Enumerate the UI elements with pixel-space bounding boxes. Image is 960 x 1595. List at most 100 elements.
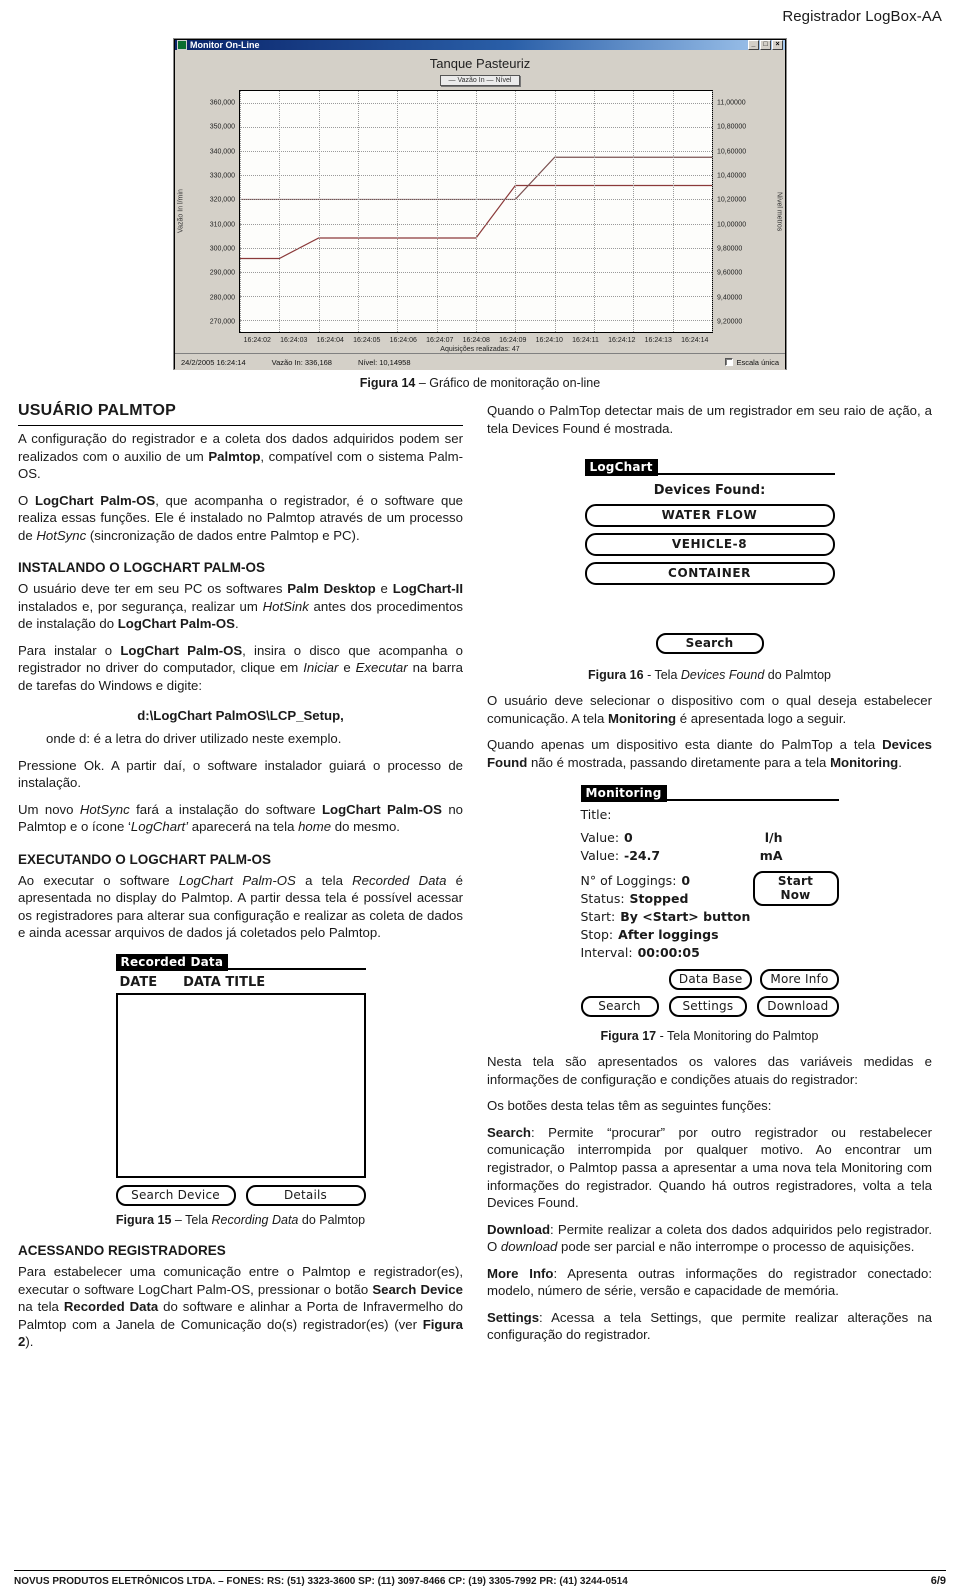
grid-line-v [594,91,595,332]
paragraph-press-ok: Pressione Ok. A partir daí, o software i… [18,757,463,791]
stop-row: Stop: After loggings [581,927,839,942]
y-tick-label: 350,000 [209,123,235,131]
fig17-text: - Tela Monitoring do Palmtop [656,1029,819,1044]
x-tick-label: 16:24:11 [572,336,599,344]
figure-16-caption: Figura 16 - Tela Devices Found do Palmto… [588,668,831,683]
status-datetime: 24/2/2005 16:24:14 [181,357,246,367]
value1: 0 [624,830,633,846]
y-axis-ticks: 360,000 350,000 340,000 330,000 320,000 310,0… [187,90,239,333]
y-tick-label: 360,000 [209,99,235,107]
device-item[interactable]: WATER FLOW [584,504,835,528]
y2-tick-label: 10,40000 [717,172,747,180]
window-title: Monitor On-Line [190,40,260,50]
paragraph-settings-desc: Settings: Acessa a tela Settings, que pe… [487,1309,932,1343]
search-button[interactable]: Search [580,996,659,1018]
paragraph-install-steps: Para instalar o LogChart Palm-OS, insira… [18,642,464,694]
x-tick-label: 16:24:04 [316,336,344,344]
monitoring-buttons-row2: Search Settings Download [580,996,839,1018]
details-button[interactable]: Details [245,1185,366,1207]
fig16-number: Figura 16 [588,668,644,683]
paragraph-buttons-intro: Os botões desta telas têm as seguintes f… [487,1098,772,1114]
y-axis-label: Vazão In l/min [177,189,185,234]
y2-axis-label: Nível metros [775,191,783,232]
x-tick-label: 16:24:14 [681,336,709,344]
minimize-icon[interactable]: _ [748,40,759,50]
search-device-button[interactable]: Search Device [115,1185,236,1207]
grid-line-v [436,91,438,332]
fig14-number: Figura 14 [359,376,416,390]
document-header: Registrador LogBox-AA [782,8,942,25]
checkbox-box[interactable] [725,358,734,366]
monitoring-screen: Monitoring Title: Value: 0 l/h Value: -2… [580,785,839,1018]
maximize-icon[interactable]: □ [760,40,771,50]
grid-line-v [318,91,320,332]
interval-label: Interval: [580,945,633,961]
section-heading-usuario-palmtop: USUÁRIO PALMTOP [18,402,463,426]
recorded-data-header: Recorded Data [115,954,366,972]
paragraph-config: A configuração do registrador e a coleta… [18,431,463,482]
search-button[interactable]: Search [655,633,764,655]
loggings-label: N° of Loggings: [580,873,677,889]
y2-tick-label: 10,80000 [717,123,747,131]
grid-line-v [397,91,399,332]
window-titlebar: Monitor On-Line _ □ × [175,40,785,50]
x-tick-label: 16:24:09 [499,336,527,344]
fig16-screen: Devices Found [680,668,765,683]
y2-tick-label: 11,00000 [717,99,746,107]
paragraph-logchart: O LogChart Palm-OS, que acompanha o regi… [18,492,463,543]
value2: -24.7 [624,848,661,864]
paragraph-hotsync: Um novo HotSync fará a instalação do sof… [18,801,463,835]
y-tick-label: 340,000 [209,148,235,156]
y-tick-label: 310,000 [209,221,235,229]
monitoring-info-block: Start Now N° of Loggings: 0 Status: Stop… [580,871,839,961]
monitoring-title: Monitoring [580,785,667,803]
monitoring-header: Monitoring [580,785,839,803]
window-body: Tanque Pasteuriz — Vazão In — Nível Vazã… [175,50,785,370]
chart-legend: — Vazão In — Nível [439,75,521,86]
figure-14-screenshot: Monitor On-Line _ □ × Tanque Pasteuriz —… [14,39,946,370]
x-tick-label: 16:24:03 [280,336,308,344]
x-tick-label: 16:24:02 [243,336,271,344]
download-button[interactable]: Download [757,996,839,1018]
recorded-data-list[interactable] [115,993,366,1179]
paragraph-monitoring-desc: Nesta tela são apresentados os valores d… [487,1054,932,1087]
right-column: Quando o PalmTop detectar mais de um reg… [487,402,932,1360]
plot-area: Vazão In l/min 360,000 350,000 340,000 330,… [175,90,785,333]
y2-tick-label: 10,00000 [717,221,747,229]
x-tick-label: 16:24:07 [426,336,454,344]
recorded-data-columns: DATE DATA TITLE [116,971,366,993]
devices-list: WATER FLOW VEHICLE-8 CONTAINER [584,504,835,586]
checkbox-label: Escala única [736,357,779,367]
status-label: Status: [580,891,625,907]
y2-tick-label: 9,40000 [717,294,743,302]
window-controls: _ □ × [748,40,783,50]
content-columns: USUÁRIO PALMTOP A configuração do regist… [14,402,946,1360]
data-base-button[interactable]: Data Base [668,969,753,991]
paragraph-recorded-data: Ao executar o software LogChart Palm-OS … [18,872,464,941]
y-tick-label: 280,000 [209,294,235,302]
device-item[interactable]: VEHICLE-8 [584,533,835,557]
status-nivel: Nível: 10,14958 [357,357,411,367]
page-number: 6/9 [930,1575,946,1587]
y-tick-label: 330,000 [209,172,235,180]
settings-button[interactable]: Settings [668,996,747,1018]
paragraph-devices-found-intro: Quando o PalmTop detectar mais de um reg… [487,403,932,436]
paragraph-acessando: Para estabelecer uma comunicação entre o… [18,1264,463,1350]
interval-value: 00:00:05 [637,945,700,961]
x-tick-label: 16:24:13 [644,336,672,344]
grid-line-v [476,91,477,332]
more-info-button[interactable]: More Info [760,969,839,991]
subheading-executando: EXECUTANDO O LOGCHART PALM-OS [18,851,271,867]
monitoring-title-row: Title: [581,807,839,822]
header-rule [228,968,366,971]
figure-14-caption: Figura 14 – Gráfico de monitoração on-li… [14,376,946,390]
fig15-number: Figura 15 [115,1213,172,1228]
paragraph-driver-letter: onde d: é a letra do driver utilizado ne… [46,731,342,747]
start-now-button[interactable]: Start Now [752,871,839,907]
x-tick-label: 16:24:10 [535,336,563,344]
close-icon[interactable]: × [772,40,783,50]
start-label: Start: [580,909,616,925]
start-row: Start: By <Start> button [581,909,839,924]
escala-unica-checkbox[interactable]: Escala única [725,358,779,367]
device-item[interactable]: CONTAINER [584,562,835,586]
